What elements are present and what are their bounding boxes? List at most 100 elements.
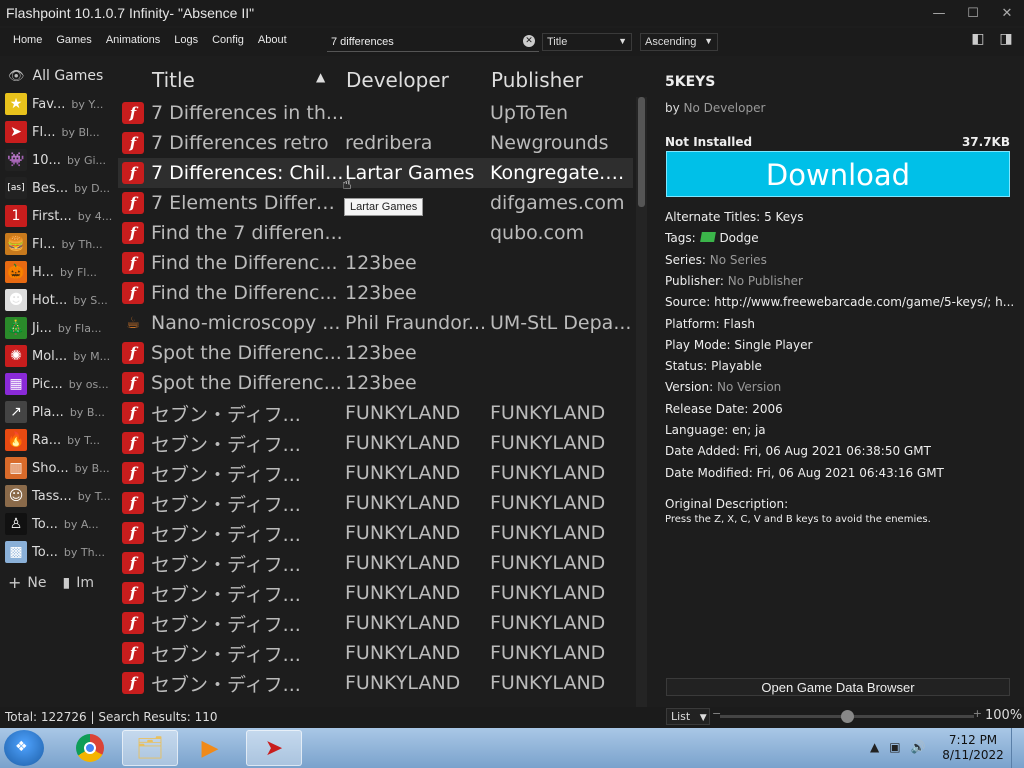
sidebar-playlist-item[interactable]: ➤ Fl... by Bl...	[5, 120, 118, 144]
zoom-in-icon[interactable]: +	[973, 707, 982, 720]
download-button[interactable]: Download	[666, 151, 1010, 197]
column-header-publisher[interactable]: Publisher	[491, 68, 583, 92]
table-row[interactable]: f Find the Differenc... 123bee	[118, 248, 633, 278]
flashpoint-taskbar-icon[interactable]: ➤	[246, 730, 302, 766]
show-hidden-icons-icon[interactable]: ▲	[870, 740, 879, 754]
sidebar-playlist-item[interactable]: 🔥 Ra... by T...	[5, 428, 118, 452]
zoom-out-icon[interactable]: −	[712, 707, 721, 720]
start-button[interactable]: ❖	[4, 730, 44, 766]
order-direction-select[interactable]: Ascending ▼	[640, 33, 718, 51]
sidebar-playlist-item[interactable]: 🍔 Fl... by Th...	[5, 232, 118, 256]
playlist-sidebar: 👁 All Games ★ Fav... by Y... ➤ Fl... by Bl...…	[0, 62, 118, 707]
table-row[interactable]: f 7 Differences: Chil... Lartar Games Kongr…	[118, 158, 633, 188]
table-row[interactable]: f 7 Differences retro redribera Newgrounds	[118, 128, 633, 158]
sidebar-playlist-item[interactable]: 1 First... by 4...	[5, 204, 118, 228]
table-row[interactable]: f セブン・ディフ... FUNKYLAND FUNKYLAND	[118, 428, 633, 458]
all-games-item[interactable]: 👁 All Games	[8, 68, 103, 84]
cell-title: 7 Differences in th...	[151, 102, 344, 124]
menu-games[interactable]: Games	[49, 34, 98, 46]
network-icon[interactable]: ▣	[889, 740, 900, 754]
table-row[interactable]: f セブン・ディフ... FUNKYLAND FUNKYLAND	[118, 548, 633, 578]
column-header-developer[interactable]: Developer	[346, 68, 449, 92]
cell-title: 7 Elements Differe...	[151, 192, 344, 214]
playlist-author: by Th...	[63, 545, 106, 559]
cell-publisher: FUNKYLAND	[490, 642, 606, 664]
flash-icon: f	[122, 342, 144, 364]
install-status: Not Installed	[665, 135, 753, 149]
sidebar-playlist-item[interactable]: 👾 10... by Gi...	[5, 148, 118, 172]
volume-icon[interactable]: 🔊	[911, 740, 926, 754]
table-row[interactable]: f セブン・ディフ... FUNKYLAND FUNKYLAND	[118, 488, 633, 518]
table-row[interactable]: f セブン・ディフ... FUNKYLAND FUNKYLAND	[118, 458, 633, 488]
taskbar-clock[interactable]: 7:12 PM 8/11/2022	[940, 733, 1006, 763]
show-desktop-button[interactable]	[1011, 728, 1024, 768]
detail-label: Alternate Titles:	[665, 210, 761, 224]
playlist-name: Fl...	[32, 124, 56, 140]
zoom-slider-knob[interactable]	[841, 710, 854, 723]
sidebar-playlist-item[interactable]: ♙ To... by A...	[5, 512, 118, 536]
file-explorer-taskbar-icon[interactable]: 🗂	[122, 730, 178, 766]
sidebar-playlist-item[interactable]: ☺ Tass... by T...	[5, 484, 118, 508]
table-row[interactable]: f Spot the Differenc... 123bee	[118, 338, 633, 368]
cell-publisher: qubo.com	[490, 222, 585, 244]
chrome-taskbar-icon[interactable]	[62, 730, 118, 766]
scrollbar-thumb[interactable]	[638, 97, 645, 207]
table-row[interactable]: f セブン・ディフ... FUNKYLAND FUNKYLAND	[118, 518, 633, 548]
table-row[interactable]: f セブン・ディフ... FUNKYLAND FUNKYLAND	[118, 668, 633, 698]
menu-about[interactable]: About	[251, 34, 294, 46]
table-row[interactable]: f Find the Differenc... 123bee	[118, 278, 633, 308]
new-playlist-label[interactable]: Ne	[27, 575, 46, 591]
menu-home[interactable]: Home	[6, 34, 49, 46]
menu-logs[interactable]: Logs	[167, 34, 205, 46]
table-row[interactable]: f セブン・ディフ... FUNKYLAND FUNKYLAND	[118, 398, 633, 428]
zoom-slider[interactable]: − +	[712, 707, 982, 723]
menu-animations[interactable]: Animations	[99, 34, 167, 46]
search-input[interactable]	[327, 34, 518, 49]
sidebar-playlist-item[interactable]: ▩ To... by Th...	[5, 540, 118, 564]
table-row[interactable]: f 7 Differences in th... UpToTen	[118, 98, 633, 128]
minimize-button[interactable]: —	[922, 6, 956, 21]
sidebar-playlist-item[interactable]: ▦ Pic... by os...	[5, 372, 118, 396]
table-row[interactable]: f セブン・ディフ... FUNKYLAND FUNKYLAND	[118, 578, 633, 608]
sidebar-playlist-item[interactable]: ✺ Mol... by M...	[5, 344, 118, 368]
media-player-taskbar-icon[interactable]: ▶	[182, 730, 238, 766]
flash-icon: f	[122, 552, 144, 574]
flash-icon: f	[122, 582, 144, 604]
clear-search-icon[interactable]: ✕	[523, 35, 535, 47]
sidebar-playlist-item[interactable]: ★ Fav... by Y...	[5, 92, 118, 116]
close-button[interactable]: ✕	[990, 6, 1024, 21]
column-header-title[interactable]: Title	[152, 68, 195, 92]
open-game-data-browser-button[interactable]: Open Game Data Browser	[666, 678, 1010, 696]
sidebar-playlist-item[interactable]: 🎃 H... by Fl...	[5, 260, 118, 284]
detail-field: Play Mode: Single Player	[665, 338, 1017, 352]
order-by-select[interactable]: Title ▼	[542, 33, 632, 51]
sidebar-playlist-item[interactable]: [as] Bes... by D...	[5, 176, 118, 200]
sidebar-playlist-item[interactable]: ☻ Hot... by S...	[5, 288, 118, 312]
sidebar-playlist-item[interactable]: ↗ Pla... by B...	[5, 400, 118, 424]
detail-label: Status:	[665, 359, 708, 374]
zoom-level: 100%	[985, 708, 1023, 723]
sidebar-playlist-item[interactable]: ▥ Sho... by B...	[5, 456, 118, 480]
detail-value[interactable]: Dodge	[719, 231, 758, 245]
table-row[interactable]: f セブン・ディフ... FUNKYLAND FUNKYLAND	[118, 638, 633, 668]
maximize-button[interactable]: ☐	[956, 6, 990, 21]
cell-title: 7 Differences: Chil...	[151, 162, 344, 184]
file-icon[interactable]: ▮	[63, 575, 71, 591]
flash-icon: f	[122, 522, 144, 544]
playlist-name: Pic...	[32, 376, 63, 392]
menu-config[interactable]: Config	[205, 34, 251, 46]
collapse-right-sidebar-icon[interactable]: ◨	[996, 31, 1016, 49]
table-row[interactable]: ☕ Nano-microscopy ... Phil Fraundor... UM-S…	[118, 308, 633, 338]
view-mode-select[interactable]: List ▼	[666, 708, 710, 725]
search-box: ✕	[327, 32, 539, 52]
table-row[interactable]: f Spot the Differenc... 123bee	[118, 368, 633, 398]
playlist-author: by Fl...	[59, 265, 97, 279]
plus-icon[interactable]: +	[8, 573, 21, 592]
table-row[interactable]: f Find the 7 differen... qubo.com	[118, 218, 633, 248]
table-row[interactable]: f セブン・ディフ... FUNKYLAND FUNKYLAND	[118, 608, 633, 638]
collapse-left-sidebar-icon[interactable]: ◧	[968, 31, 988, 49]
sidebar-playlist-item[interactable]: 🎄 Ji... by Fla...	[5, 316, 118, 340]
detail-field: Status: Playable	[665, 359, 1017, 373]
table-scrollbar[interactable]	[636, 97, 647, 707]
import-playlist-label[interactable]: Im	[76, 575, 94, 591]
